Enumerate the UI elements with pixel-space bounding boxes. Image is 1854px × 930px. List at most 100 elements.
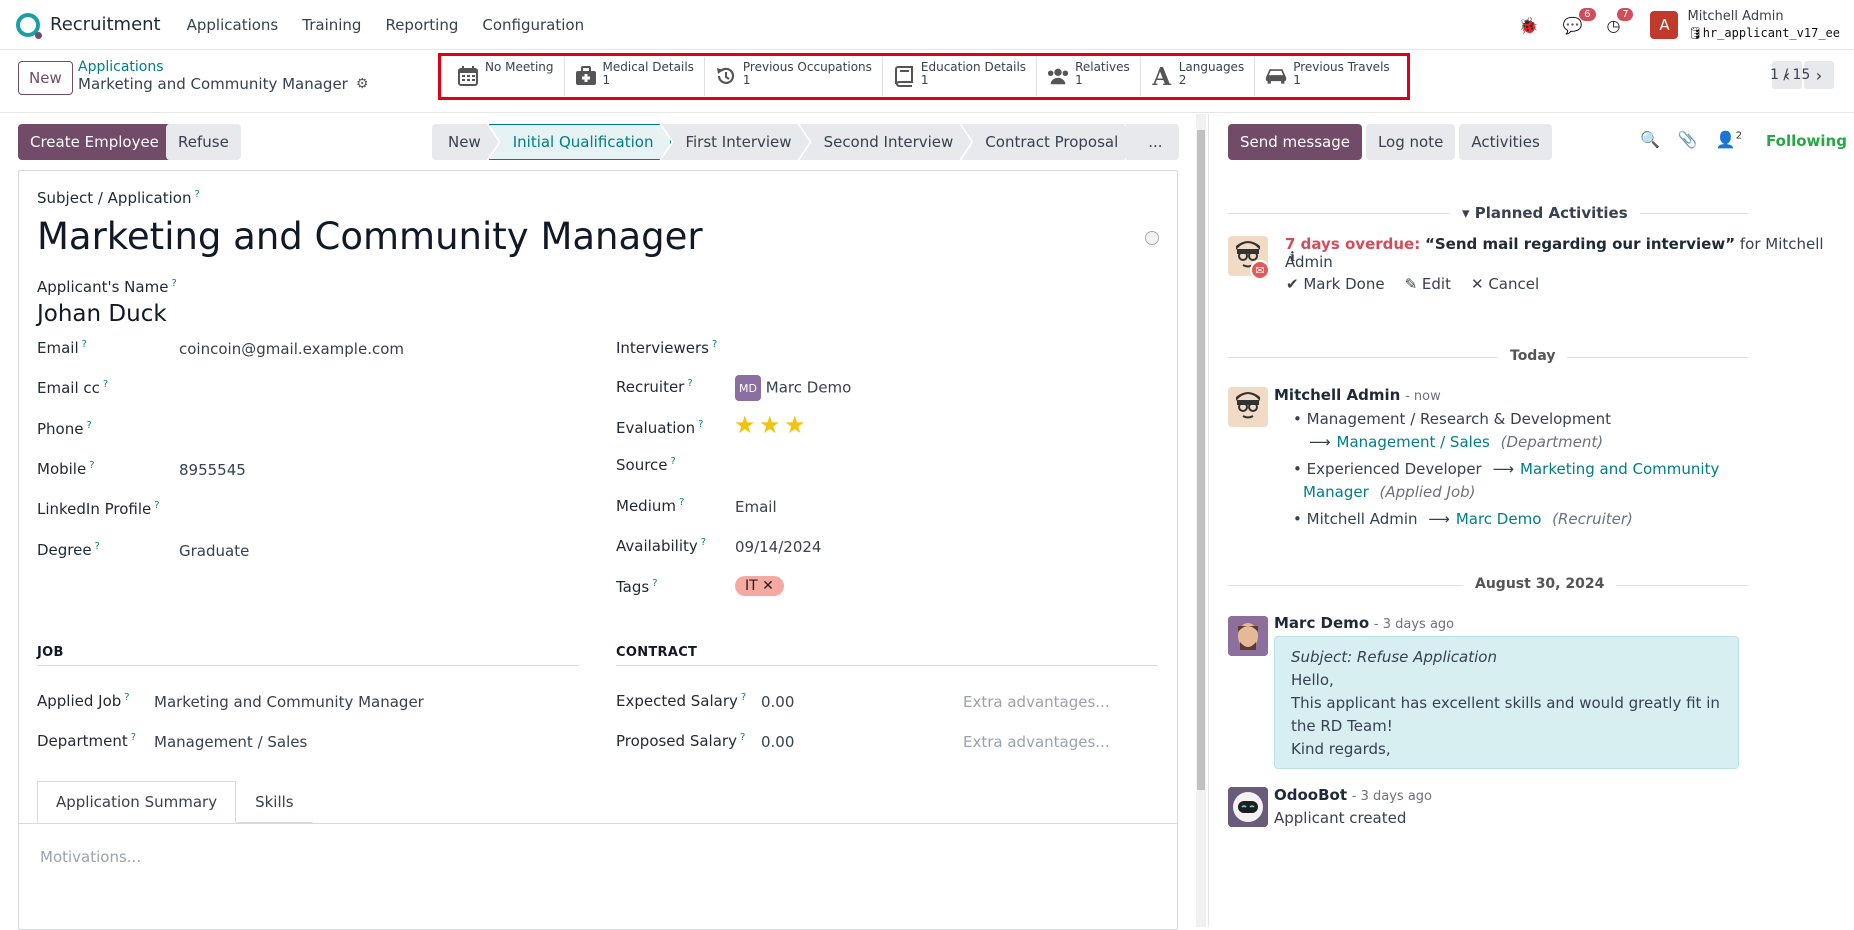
source-field[interactable] [735,456,1135,478]
applied-job-field[interactable]: Marketing and Community Manager [154,693,424,711]
motivations-field[interactable]: Motivations... [40,848,141,866]
stage-contract-proposal[interactable]: Contract Proposal [961,124,1136,160]
star-icon[interactable]: ★ [784,411,806,439]
interviewers-field[interactable] [735,339,1135,361]
smart-button-languages[interactable]: A Languages 2 [1141,57,1256,96]
remove-tag-icon[interactable]: ✕ [762,578,774,594]
smart-button-meeting[interactable]: No Meeting [447,57,565,96]
breadcrumb-applications[interactable]: Applications [78,59,368,75]
recruiter-avatar: MD [735,375,761,401]
tags-label: Tags? [616,578,658,596]
user-avatar[interactable]: A [1650,11,1679,39]
menu-configuration[interactable]: Configuration [470,16,596,34]
app-name[interactable]: Recruitment [50,14,161,35]
messages-icon[interactable]: 💬 6 [1563,7,1596,35]
systray: 🐞 💬 6 ◷ 7 A Mitchell Admin 🛢hr_applicant_v… [1519,0,1854,50]
gear-icon[interactable]: ⚙ [356,76,369,92]
proposed-salary-field[interactable]: 0.00 [761,733,794,751]
form-scrollbar[interactable] [1196,114,1206,927]
app-brand[interactable]: Recruitment [16,12,161,39]
email-field[interactable]: coincoin@gmail.example.com [179,340,404,358]
smart-button-label: Languages [1178,60,1245,74]
menu-applications[interactable]: Applications [175,16,291,34]
cancel-button[interactable]: ✕ Cancel [1471,275,1539,293]
paperclip-icon[interactable]: 📎 [1678,130,1698,149]
stage-first-interview[interactable]: First Interview [661,124,809,160]
smart-button-travels[interactable]: Previous Travels 1 [1255,57,1399,96]
message-author[interactable]: Mitchell Admin [1274,386,1400,404]
smart-button-count: 2 [1178,73,1187,87]
smart-button-label: No Meeting [485,60,554,74]
stage-new[interactable]: New [432,124,499,160]
pager-value[interactable]: 1 / 15 [1770,67,1810,83]
stage-second-interview[interactable]: Second Interview [800,124,972,160]
mobile-field[interactable]: 8955545 [179,461,246,479]
priority-toggle[interactable] [1145,231,1159,245]
send-message-button[interactable]: Send message [1228,124,1362,160]
user-menu[interactable]: Mitchell Admin 🛢hr_applicant_v17_ee [1687,9,1840,41]
expected-extra-field[interactable]: Extra advantages... [963,693,1110,711]
create-employee-button[interactable]: Create Employee [18,124,171,160]
department-field[interactable]: Management / Sales [154,733,307,751]
mark-done-button[interactable]: ✔ Mark Done [1286,275,1385,293]
menu-training[interactable]: Training [290,16,373,34]
scrollbar-thumb[interactable] [1197,130,1205,790]
smart-button-education[interactable]: Education Details 1 [883,57,1038,96]
expected-salary-field[interactable]: 0.00 [761,693,794,711]
tracking-item: • Mitchell Admin ⟶ Marc Demo (Recruiter) [1293,510,1633,528]
star-icon[interactable]: ★ [734,411,756,439]
activities-button[interactable]: Activities [1459,124,1552,160]
edit-button[interactable]: ✎ Edit [1405,275,1451,293]
availability-label: Availability? [616,537,707,555]
menu-reporting[interactable]: Reporting [373,16,470,34]
message-body: Applicant created [1274,809,1407,827]
smart-button-medical[interactable]: Medical Details 1 [565,57,705,96]
email-cc-field[interactable] [179,379,579,401]
star-icon[interactable]: ★ [759,411,781,439]
smart-button-label: Relatives [1075,60,1130,74]
applicant-name-field[interactable]: Johan Duck [37,301,167,327]
medium-field[interactable]: Email [735,498,777,516]
proposed-extra-field[interactable]: Extra advantages... [963,733,1110,751]
section-divider [37,665,579,666]
degree-field[interactable]: Graduate [179,542,249,560]
tab-application-summary[interactable]: Application Summary [37,781,237,823]
new-button[interactable]: New [18,61,73,95]
debug-bug-icon[interactable]: 🐞 [1519,16,1539,35]
availability-field[interactable]: 09/14/2024 [735,538,821,556]
odoobot-avatar[interactable] [1228,787,1268,827]
info-icon[interactable]: ℹ [1290,250,1295,265]
activities-clock-icon[interactable]: ◷ 7 [1607,7,1634,35]
tag-it[interactable]: IT ✕ [735,576,784,596]
linkedin-field[interactable] [179,500,579,522]
users-icon [1047,65,1069,87]
medium-label: Medium? [616,497,685,515]
tag-label: IT [745,578,758,594]
planned-activities-toggle[interactable]: ▾ Planned Activities [1450,204,1640,222]
smart-button-label: Previous Travels [1293,60,1390,74]
refuse-button[interactable]: Refuse [166,124,241,160]
recruiter-field[interactable]: MD Marc Demo [735,375,851,401]
messages-badge: 6 [1579,7,1596,21]
tracking-item: • Management / Research & Development ⟶ M… [1293,410,1612,451]
author-avatar[interactable] [1228,387,1268,427]
log-note-button[interactable]: Log note [1365,124,1456,160]
expected-salary-label: Expected Salary? [616,692,747,710]
phone-field[interactable] [179,420,579,442]
message-line: This applicant has excellent skills and … [1291,694,1720,735]
following-button[interactable]: Following [1766,132,1847,150]
message-header: Marc Demo - 3 days ago [1274,614,1454,632]
stage-initial-qualification[interactable]: Initial Qualification [489,124,672,160]
application-title[interactable]: Marketing and Community Manager [37,215,703,258]
message-time: - 3 days ago [1351,789,1433,804]
message-author[interactable]: Marc Demo [1274,614,1369,632]
author-avatar[interactable] [1228,616,1268,656]
smart-button-relatives[interactable]: Relatives 1 [1037,57,1141,96]
breadcrumb: Applications Marketing and Community Man… [78,59,368,93]
calendar-icon [457,65,479,87]
tab-skills[interactable]: Skills [236,781,313,823]
followers-icon[interactable]: 👤2 [1716,130,1742,149]
smart-button-occupations[interactable]: Previous Occupations 1 [705,57,883,96]
message-author[interactable]: OdooBot [1274,786,1347,804]
search-icon[interactable]: 🔍 [1640,130,1660,149]
